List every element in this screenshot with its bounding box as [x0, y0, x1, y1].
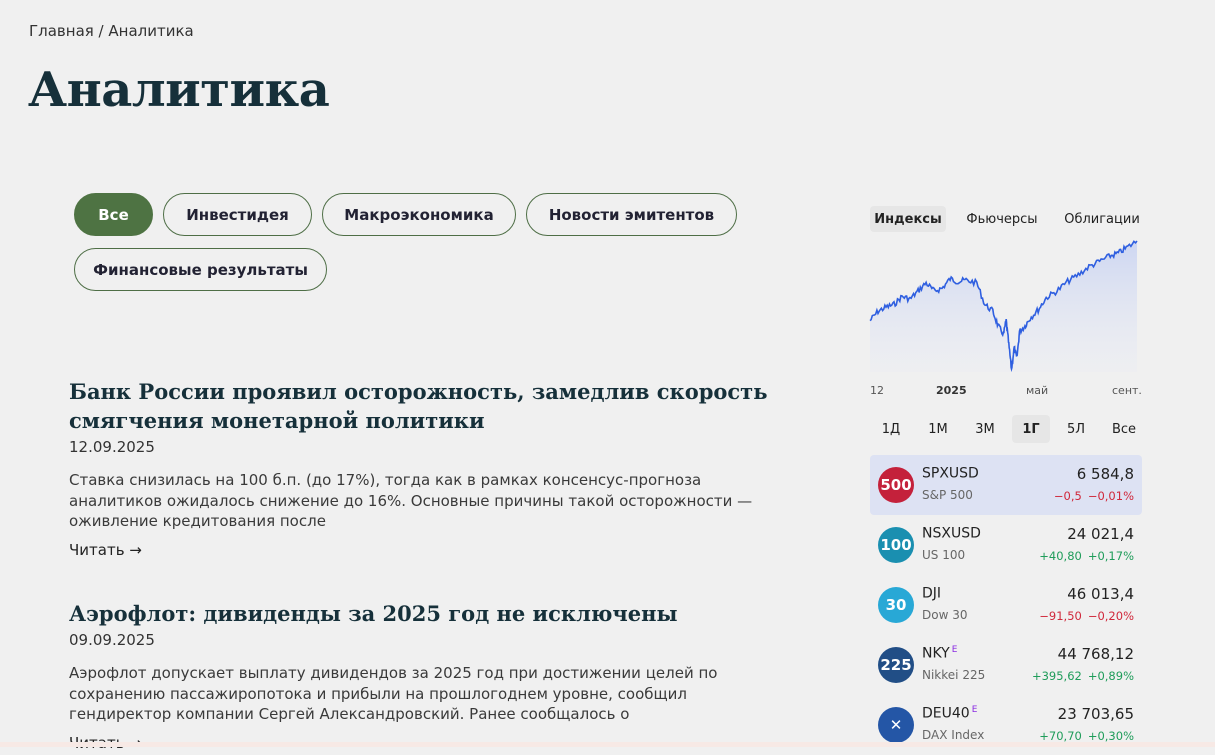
quote-change: −91,50 −0,20% — [1039, 609, 1134, 623]
article-date: 09.09.2025 — [69, 631, 155, 649]
chart-x-label: сент. — [1112, 384, 1142, 397]
quote-price: 46 013,4 — [1067, 585, 1134, 603]
exchange-mark: E — [951, 645, 958, 655]
filter-chip-financial-results[interactable]: Финансовые результаты — [74, 248, 327, 291]
quote-row[interactable]: 100 NSXUSD US 100 24 021,4 +40,80 +0,17% — [870, 515, 1142, 575]
quote-change: +395,62 +0,89% — [1032, 669, 1134, 683]
period-1m[interactable]: 1М — [920, 415, 956, 443]
quote-change-abs: −0,5 — [1053, 489, 1082, 503]
quote-name: Dow 30 — [922, 608, 968, 622]
filter-chip-investidea[interactable]: Инвестидея — [163, 193, 312, 236]
quote-price: 24 021,4 — [1067, 525, 1134, 543]
filter-chip-issuer-news[interactable]: Новости эмитентов — [526, 193, 737, 236]
quote-change: +40,80 +0,17% — [1039, 549, 1134, 563]
article-title[interactable]: Банк России проявил осторожность, замедл… — [69, 377, 769, 435]
period-1d[interactable]: 1Д — [874, 415, 908, 443]
quote-change-pct: −0,20% — [1087, 609, 1134, 623]
quote-ticker: NSXUSD — [922, 525, 981, 542]
quote-change-pct: +0,89% — [1087, 669, 1134, 683]
page-title: Аналитика — [28, 62, 330, 118]
quote-change-abs: −91,50 — [1039, 609, 1082, 623]
period-5y[interactable]: 5Л — [1060, 415, 1092, 443]
quote-row[interactable]: 30 DJI Dow 30 46 013,4 −91,50 −0,20% — [870, 575, 1142, 635]
index-badge-icon: 500 — [878, 467, 914, 503]
quote-change-abs: +395,62 — [1031, 669, 1082, 683]
quote-name: S&P 500 — [922, 488, 973, 502]
period-all[interactable]: Все — [1104, 415, 1144, 443]
chart-x-label: 12 — [870, 384, 884, 397]
quote-price: 23 703,65 — [1057, 705, 1134, 723]
quote-ticker: NKY E — [922, 645, 958, 662]
quote-row[interactable]: 500 SPXUSD S&P 500 6 584,8 −0,5 −0,01% — [870, 455, 1142, 515]
quote-change: +70,70 +0,30% — [1039, 729, 1134, 743]
index-badge-icon: 30 — [878, 587, 914, 623]
quote-price: 44 768,12 — [1057, 645, 1134, 663]
period-3m[interactable]: 3М — [968, 415, 1002, 443]
index-badge-icon: 100 — [878, 527, 914, 563]
quote-ticker: DJI — [922, 585, 942, 602]
quote-row[interactable]: 225 NKY E Nikkei 225 44 768,12 +395,62 +0,89% — [870, 635, 1142, 695]
chart-x-label: 2025 — [936, 384, 967, 397]
tab-bonds[interactable]: Облигации — [1060, 206, 1144, 232]
article-title[interactable]: Аэрофлот: дивиденды за 2025 год не исклю… — [69, 599, 769, 628]
tab-futures[interactable]: Фьючерсы — [958, 206, 1046, 232]
quote-change-pct: −0,01% — [1087, 489, 1134, 503]
article-excerpt: Аэрофлот допускает выплату дивидендов за… — [69, 664, 718, 723]
quote-ticker: SPXUSD — [922, 465, 979, 482]
quote-price: 6 584,8 — [1076, 465, 1134, 483]
period-1y[interactable]: 1Г — [1012, 415, 1050, 443]
article-card: Аэрофлот: дивиденды за 2025 год не исклю… — [69, 599, 769, 752]
quote-change-pct: +0,30% — [1087, 729, 1134, 743]
chart-x-label: май — [1026, 384, 1049, 397]
index-chart[interactable] — [869, 237, 1138, 373]
quote-change-abs: +70,70 — [1039, 729, 1082, 743]
read-more-link[interactable]: Читать → — [69, 541, 142, 559]
quote-change-abs: +40,80 — [1039, 549, 1082, 563]
quote-name: Nikkei 225 — [922, 668, 986, 682]
index-badge-icon: ✕ — [878, 707, 914, 743]
quote-ticker: DEU40 E — [922, 705, 978, 722]
article-excerpt: Ставка снизилась на 100 б.п. (до 17%), т… — [69, 471, 753, 530]
article-date: 12.09.2025 — [69, 438, 155, 456]
breadcrumb[interactable]: Главная / Аналитика — [29, 22, 194, 40]
tab-indices[interactable]: Индексы — [870, 206, 946, 232]
quote-name: DAX Index — [922, 728, 985, 742]
quote-change-pct: +0,17% — [1087, 549, 1134, 563]
index-badge-icon: 225 — [878, 647, 914, 683]
exchange-mark: E — [971, 705, 978, 715]
quote-name: US 100 — [922, 548, 966, 562]
filter-chip-macroeconomics[interactable]: Макроэкономика — [322, 193, 516, 236]
bottom-strip — [0, 742, 1215, 747]
article-card: Банк России проявил осторожность, замедл… — [69, 377, 769, 559]
filter-chip-all[interactable]: Все — [74, 193, 153, 236]
quote-change: −0,5 −0,01% — [1054, 489, 1134, 503]
